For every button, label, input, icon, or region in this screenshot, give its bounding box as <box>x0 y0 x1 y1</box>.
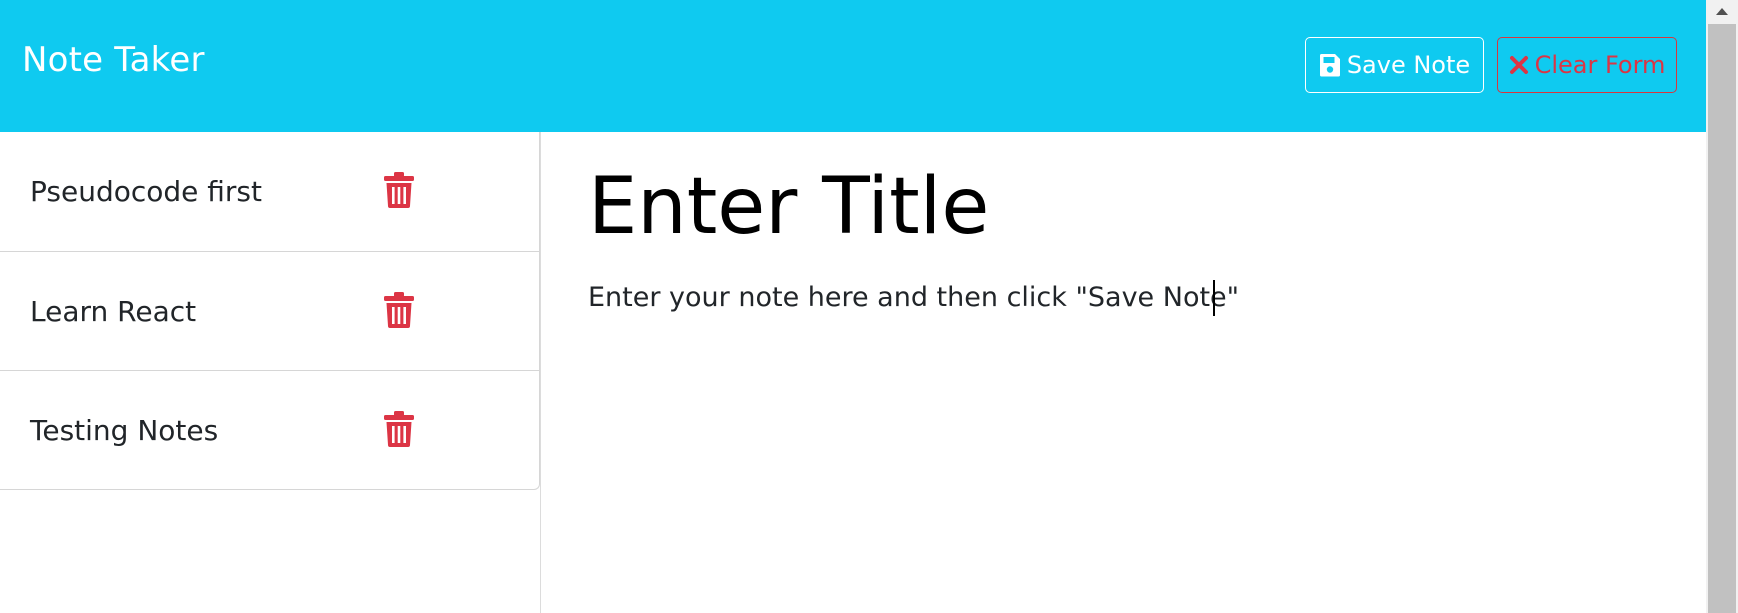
navbar: Note Taker Save Note Clear Form <box>0 0 1706 132</box>
note-title[interactable]: Learn React <box>30 295 196 328</box>
clear-form-button[interactable]: Clear Form <box>1497 37 1677 93</box>
note-list: Pseudocode first Learn React Testing Not… <box>0 132 540 490</box>
note-title[interactable]: Testing Notes <box>30 414 218 447</box>
clear-form-label: Clear Form <box>1534 51 1666 79</box>
save-note-button[interactable]: Save Note <box>1305 37 1484 93</box>
app-window: Note Taker Save Note Clear Form Pseudoco… <box>0 0 1738 613</box>
note-body-textarea[interactable] <box>588 280 1668 580</box>
trash-icon[interactable] <box>384 172 414 208</box>
scrollbar-thumb[interactable] <box>1708 24 1736 613</box>
list-item[interactable]: Pseudocode first <box>0 132 539 251</box>
list-item[interactable]: Testing Notes <box>0 370 539 489</box>
scroll-up-arrow-icon[interactable] <box>1706 0 1738 22</box>
trash-icon[interactable] <box>384 411 414 447</box>
trash-icon[interactable] <box>384 292 414 328</box>
notes-sidebar: Pseudocode first Learn React Testing Not… <box>0 132 541 613</box>
note-editor <box>542 132 1706 613</box>
list-item[interactable]: Learn React <box>0 251 539 370</box>
x-mark-icon <box>1509 55 1529 75</box>
floppy-disk-icon <box>1319 53 1341 77</box>
vertical-scrollbar[interactable] <box>1706 0 1738 613</box>
note-title[interactable]: Pseudocode first <box>30 175 262 208</box>
text-caret <box>1213 280 1215 316</box>
note-title-input[interactable] <box>588 152 1588 262</box>
brand-title[interactable]: Note Taker <box>22 40 205 80</box>
save-note-label: Save Note <box>1346 51 1471 79</box>
